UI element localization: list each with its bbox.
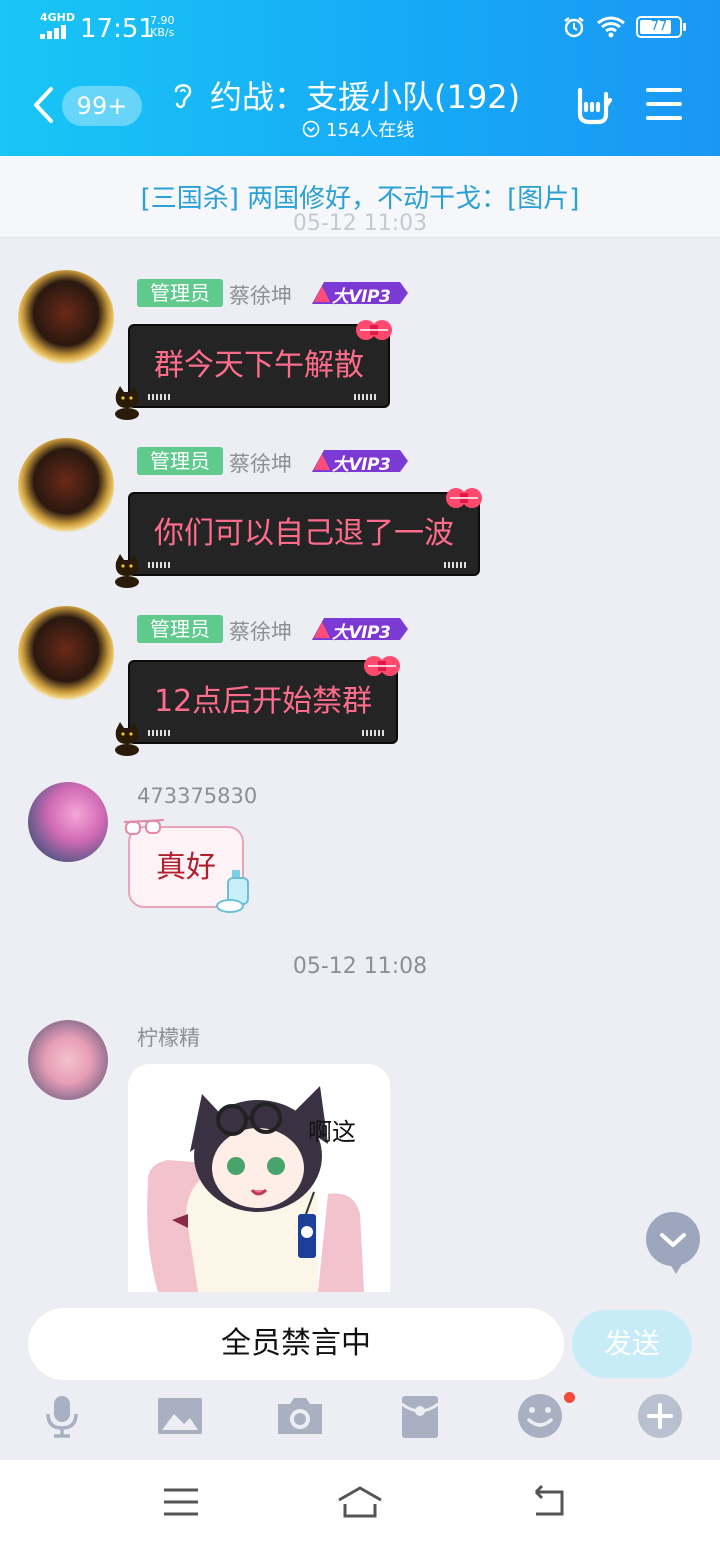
message-text: 你们可以自己退了一波 [154, 516, 454, 551]
message-text: 群今天下午解散 [154, 348, 364, 383]
sender-name[interactable]: 蔡徐坤 [229, 280, 292, 310]
vip-badge: 大VIP3 [312, 280, 408, 307]
lotion-bottle-decoration-icon [216, 870, 249, 913]
vip-badge: 大VIP3 [312, 448, 408, 475]
message-bubble[interactable]: 12点后开始禁群 [115, 656, 401, 756]
avatar[interactable] [18, 606, 114, 702]
sunglasses-decoration-icon [123, 819, 165, 835]
emoji-icon[interactable] [516, 1392, 564, 1440]
anime-girl-sticker [147, 1086, 364, 1292]
sticker-caption: 啊这 [308, 1118, 356, 1146]
new-emoji-dot [564, 1392, 575, 1403]
chevron-down-circle-icon [302, 120, 320, 138]
online-status[interactable]: 154人在线 [302, 116, 414, 142]
announcement-text: [三国杀] 两国修好，不动干戈：[图片] [140, 184, 580, 214]
vip-badge: 大VIP3 [312, 616, 408, 643]
avatar[interactable] [28, 782, 108, 862]
cat-decoration-icon [115, 722, 139, 756]
chat-header: 4GHD 17:51 7.90 KB/s 77 99+ 约战：支援小队(192)… [0, 0, 720, 156]
image-icon[interactable] [156, 1392, 204, 1440]
sender-name[interactable]: 蔡徐坤 [229, 616, 292, 646]
microphone-icon[interactable] [38, 1392, 86, 1440]
input-area: 全员禁言中 发送 [0, 1292, 720, 1460]
message-input-disabled[interactable]: 全员禁言中 [28, 1308, 564, 1380]
group-title[interactable]: 约战：支援小队(192) [210, 72, 520, 118]
alarm-icon [564, 17, 584, 38]
unread-count-badge[interactable]: 99+ [62, 86, 142, 126]
clock: 17:51 [80, 14, 155, 44]
message-text: 真好 [156, 850, 216, 885]
wifi-icon [597, 16, 625, 38]
network-type: 4GHD [40, 11, 76, 24]
back-arrow-icon[interactable] [32, 86, 54, 124]
bow-decoration-icon [364, 656, 401, 676]
message-bubble[interactable]: 群今天下午解散 [115, 320, 392, 420]
message-bubble[interactable]: 真好 [123, 819, 249, 913]
network-speed: 7.90 KB/s [150, 14, 175, 39]
online-count: 154人在线 [326, 120, 415, 141]
bow-decoration-icon [446, 488, 482, 508]
menu-icon[interactable] [646, 88, 682, 120]
status-bar: 4GHD 17:51 7.90 KB/s 77 [0, 0, 720, 56]
time-separator: 05-12 11:08 [292, 954, 428, 979]
cat-decoration-icon [115, 386, 139, 420]
chevron-down-icon [660, 1233, 686, 1247]
sender-name[interactable]: 蔡徐坤 [229, 448, 292, 478]
admin-badge: 管理员 [137, 447, 223, 475]
recent-apps-icon[interactable] [156, 1482, 206, 1522]
admin-badge: 管理员 [137, 615, 223, 643]
avatar[interactable] [28, 1020, 108, 1100]
avatar[interactable] [18, 438, 114, 534]
cat-decoration-icon [115, 554, 139, 588]
back-icon[interactable] [524, 1482, 574, 1522]
rock-hand-icon[interactable] [572, 84, 614, 126]
battery-icon: 77 [636, 16, 686, 38]
status-icons: 77 [562, 15, 686, 39]
sticker-image[interactable]: 啊这 [128, 1064, 390, 1292]
camera-icon[interactable] [276, 1392, 324, 1440]
hidden-timestamp: 05-12 11:03 [292, 211, 428, 236]
system-navigation-bar [0, 1460, 720, 1544]
home-icon[interactable] [335, 1482, 385, 1522]
red-packet-icon[interactable] [396, 1392, 444, 1440]
sender-name[interactable]: 473375830 [137, 784, 257, 808]
scroll-to-bottom-button[interactable] [646, 1212, 700, 1274]
send-button[interactable]: 发送 [572, 1310, 692, 1378]
avatar[interactable] [18, 270, 114, 366]
bow-decoration-icon [356, 320, 392, 340]
message-text: 12点后开始禁群 [154, 684, 373, 719]
message-bubble[interactable]: 你们可以自己退了一波 [115, 488, 482, 588]
plus-icon[interactable] [636, 1392, 684, 1440]
sender-name[interactable]: 柠檬精 [137, 1022, 200, 1052]
signal-icon [40, 25, 70, 39]
admin-badge: 管理员 [137, 279, 223, 307]
earpiece-mode-icon[interactable] [170, 80, 196, 110]
